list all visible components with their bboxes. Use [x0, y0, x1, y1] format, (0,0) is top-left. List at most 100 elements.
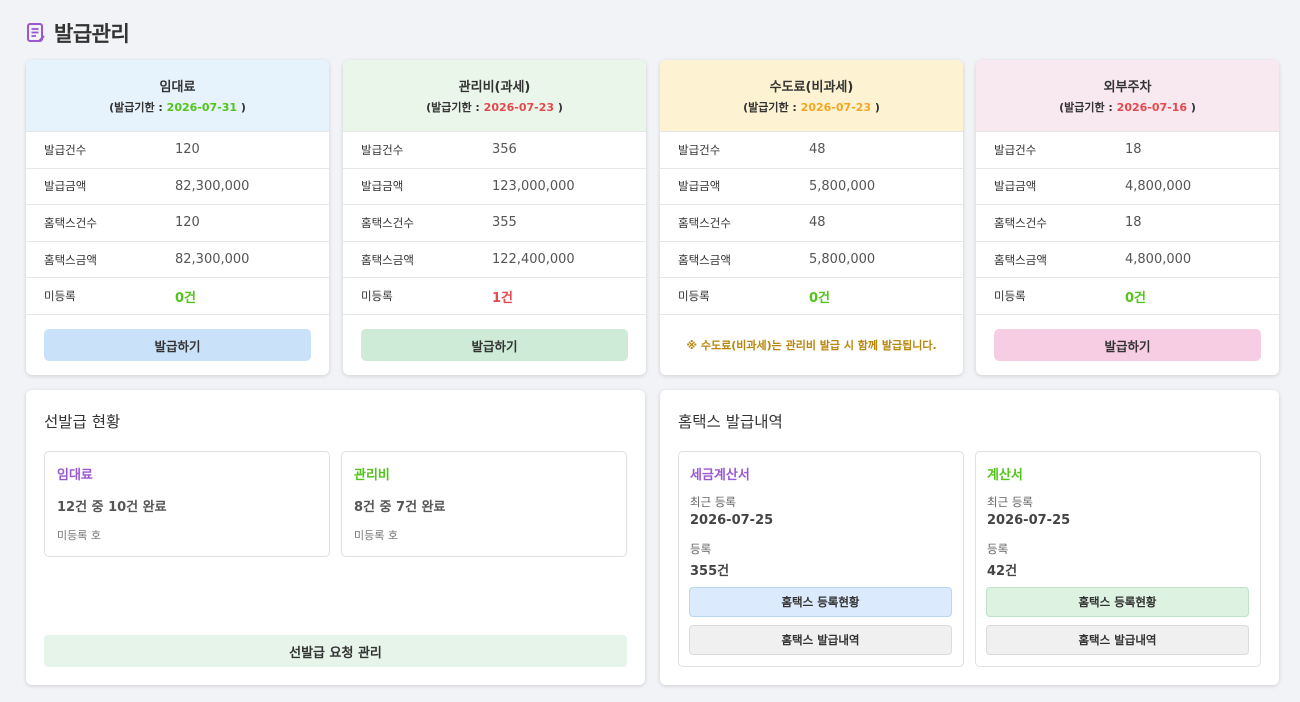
row-value: 355	[492, 215, 517, 231]
row-hometax-amount: 홈택스금액 122,400,000	[343, 240, 646, 278]
hometax-history-button[interactable]: 홈택스 발급내역	[986, 625, 1249, 655]
card-management-fee: 관리비(과세) (발급기한 : 2026-07-23 ) 발급건수 356 발급금…	[343, 60, 646, 375]
row-hometax-amount: 홈택스금액 5,800,000	[660, 240, 963, 278]
hometax-box-tax-invoice: 세금계산서 최근 등록 2026-07-25 등록 355건 홈택스 등록현황 …	[678, 451, 964, 667]
card-deadline: (발급기한 : 2026-07-31 )	[109, 99, 246, 115]
row-label: 발급금액	[678, 179, 721, 194]
row-value: 82,300,000	[175, 178, 250, 194]
issue-button-external-parking[interactable]: 발급하기	[994, 329, 1261, 362]
row-label: 홈택스금액	[994, 252, 1047, 267]
row-value: 48	[809, 142, 826, 158]
preissue-panel: 선발급 현황 임대료 12건 중 10건 완료 미등록 호 관리비 8건 중 7…	[26, 390, 645, 685]
row-label: 발급건수	[44, 142, 87, 157]
row-label: 홈택스금액	[44, 252, 97, 267]
card-title: 수도료(비과세)	[769, 80, 854, 95]
card-footer: 발급하기	[976, 313, 1279, 375]
preissue-item-note: 미등록 호	[354, 529, 398, 542]
preissue-request-manage-button[interactable]: 선발급 요청 관리	[44, 635, 627, 667]
recent-label: 최근 등록	[987, 495, 1033, 509]
row-value: 0건	[809, 290, 831, 306]
recent-value: 2026-07-25	[987, 513, 1071, 528]
deadline-suffix: )	[554, 101, 563, 114]
deadline-prefix: (발급기한 :	[109, 101, 167, 114]
hometax-panel: 홈택스 발급내역 세금계산서 최근 등록 2026-07-25 등록 355건 …	[660, 390, 1279, 685]
row-value: 123,000,000	[492, 178, 575, 194]
row-label: 발급건수	[678, 142, 721, 157]
preissue-item-rent: 임대료 12건 중 10건 완료 미등록 호	[44, 451, 330, 557]
row-label: 발급금액	[44, 179, 87, 194]
row-value: 122,400,000	[492, 252, 575, 268]
row-label: 미등록	[44, 289, 76, 304]
preissue-item-note: 미등록 호	[57, 529, 101, 542]
card-footer: ※ 수도료(비과세)는 관리비 발급 시 함께 발급됩니다.	[660, 313, 963, 375]
card-header: 수도료(비과세) (발급기한 : 2026-07-23 )	[660, 60, 963, 131]
count-label: 등록	[690, 542, 712, 556]
deadline-date: 2026-07-31	[166, 101, 238, 114]
card-title: 관리비(과세)	[458, 80, 531, 95]
card-deadline: (발급기한 : 2026-07-23 )	[743, 99, 880, 115]
row-label: 홈택스건수	[994, 215, 1047, 230]
row-value: 82,300,000	[175, 252, 250, 268]
card-footer: 발급하기	[343, 313, 646, 375]
row-hometax-count: 홈택스건수 48	[660, 204, 963, 241]
row-value: 4,800,000	[1125, 178, 1192, 194]
card-header: 외부주차 (발급기한 : 2026-07-16 )	[976, 60, 1279, 131]
panel-title: 홈택스 발급내역	[678, 413, 783, 431]
deadline-date: 2026-07-23	[800, 101, 872, 114]
row-label: 발급금액	[994, 179, 1037, 194]
row-label: 발급건수	[994, 142, 1037, 157]
deadline-suffix: )	[237, 101, 246, 114]
count-value: 355건	[690, 564, 730, 579]
hometax-status-button[interactable]: 홈택스 등록현황	[689, 587, 952, 617]
issue-button-management-fee[interactable]: 발급하기	[361, 329, 628, 362]
deadline-prefix: (발급기한 :	[1059, 101, 1117, 114]
deadline-date: 2026-07-23	[483, 101, 555, 114]
row-label: 홈택스건수	[361, 215, 414, 230]
row-value: 120	[175, 215, 200, 231]
count-label: 등록	[987, 542, 1009, 556]
card-external-parking: 외부주차 (발급기한 : 2026-07-16 ) 발급건수 18 발급금액 4,8…	[976, 60, 1279, 375]
preissue-item-title: 임대료	[57, 468, 93, 483]
row-unregistered: 미등록 0건	[660, 277, 963, 314]
row-label: 미등록	[361, 289, 393, 304]
row-issue-count: 발급건수 356	[343, 131, 646, 168]
hometax-box-title: 세금계산서	[690, 468, 750, 483]
row-value: 0건	[175, 290, 197, 306]
hometax-box-title: 계산서	[987, 468, 1023, 483]
row-issue-amount: 발급금액 4,800,000	[976, 167, 1279, 205]
row-hometax-count: 홈택스건수 120	[26, 204, 329, 241]
preissue-item-title: 관리비	[354, 468, 390, 483]
row-hometax-count: 홈택스건수 355	[343, 204, 646, 241]
document-icon	[26, 22, 46, 44]
preissue-item-management: 관리비 8건 중 7건 완료 미등록 호	[341, 451, 627, 557]
preissue-item-progress: 12건 중 10건 완료	[57, 500, 167, 515]
deadline-prefix: (발급기한 :	[426, 101, 484, 114]
water-fee-notice: ※ 수도료(비과세)는 관리비 발급 시 함께 발급됩니다.	[686, 339, 937, 353]
row-label: 홈택스건수	[678, 215, 731, 230]
row-value: 4,800,000	[1125, 252, 1192, 268]
preissue-item-progress: 8건 중 7건 완료	[354, 500, 446, 515]
page-title: 발급관리	[54, 22, 130, 46]
hometax-status-button[interactable]: 홈택스 등록현황	[986, 587, 1249, 617]
issue-button-rent[interactable]: 발급하기	[44, 329, 311, 362]
recent-label: 최근 등록	[690, 495, 736, 509]
row-hometax-amount: 홈택스금액 82,300,000	[26, 240, 329, 278]
row-value: 1건	[492, 290, 514, 306]
deadline-suffix: )	[1187, 101, 1196, 114]
row-issue-count: 발급건수 18	[976, 131, 1279, 168]
row-issue-amount: 발급금액 123,000,000	[343, 167, 646, 205]
row-hometax-amount: 홈택스금액 4,800,000	[976, 240, 1279, 278]
card-title: 임대료	[159, 80, 196, 95]
card-water-fee: 수도료(비과세) (발급기한 : 2026-07-23 ) 발급건수 48 발급금…	[660, 60, 963, 375]
row-issue-amount: 발급금액 5,800,000	[660, 167, 963, 205]
row-label: 발급금액	[361, 179, 404, 194]
row-value: 5,800,000	[809, 252, 876, 268]
row-value: 356	[492, 142, 517, 158]
row-label: 홈택스건수	[44, 215, 97, 230]
hometax-history-button[interactable]: 홈택스 발급내역	[689, 625, 952, 655]
count-value: 42건	[987, 564, 1018, 579]
row-issue-count: 발급건수 120	[26, 131, 329, 168]
row-unregistered: 미등록 0건	[26, 277, 329, 314]
card-header: 관리비(과세) (발급기한 : 2026-07-23 )	[343, 60, 646, 131]
hometax-box-invoice: 계산서 최근 등록 2026-07-25 등록 42건 홈택스 등록현황 홈택스…	[975, 451, 1261, 667]
